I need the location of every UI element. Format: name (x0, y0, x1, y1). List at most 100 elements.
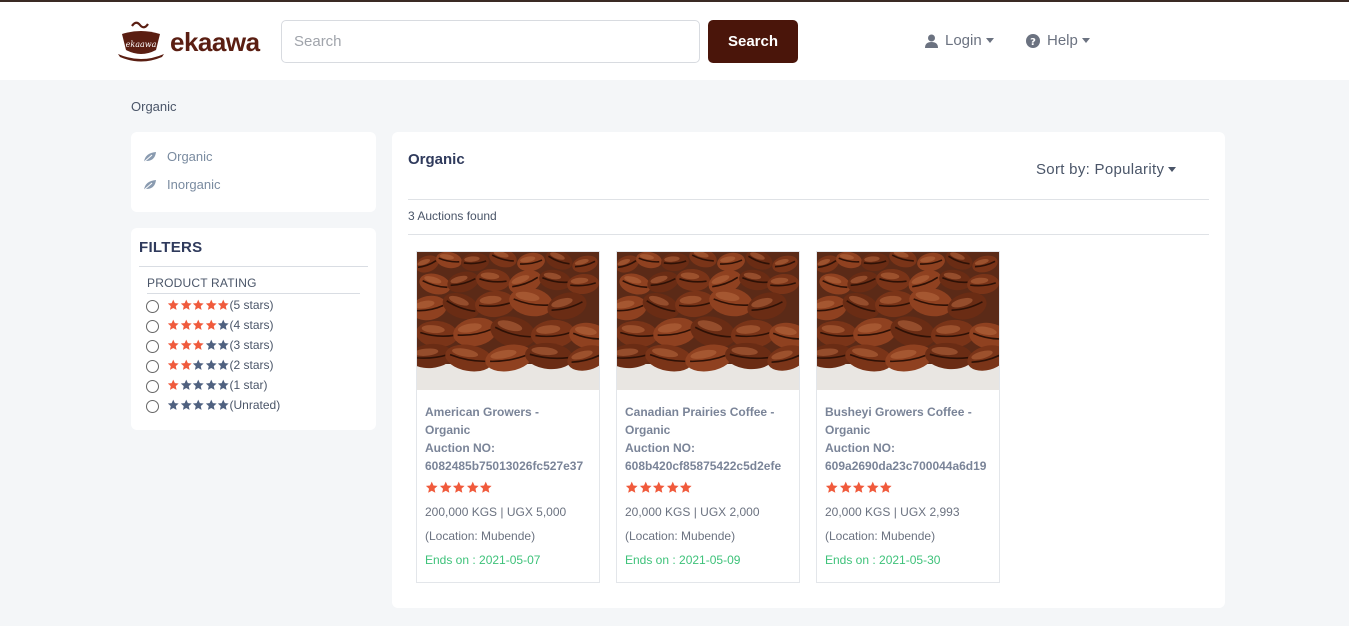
star-icon (180, 359, 192, 370)
product-rating (825, 481, 893, 494)
product-title[interactable]: Canadian Prairies Coffee - Organic Aucti… (625, 403, 795, 475)
end-date: Ends on : 2021-05-07 (425, 553, 541, 567)
auction-label: Auction NO: (425, 441, 495, 455)
rating-label: (Unrated) (229, 397, 281, 412)
star-icon (205, 319, 217, 330)
star-icon (180, 319, 192, 330)
page-title: Organic (408, 151, 465, 168)
star-icon (839, 481, 852, 493)
category-item-inorganic[interactable]: Inorganic (143, 177, 220, 192)
rating-option-1[interactable]: (1 star) (146, 376, 268, 393)
star-icon (192, 399, 204, 410)
product-title[interactable]: Busheyi Growers Coffee - Organic Auction… (825, 403, 995, 475)
coffee-beans-image[interactable] (417, 252, 599, 390)
star-icon (652, 481, 665, 493)
rating-option-2[interactable]: (2 stars) (146, 356, 274, 373)
star-icon (192, 299, 204, 310)
radio-button[interactable] (146, 400, 159, 413)
svg-text:?: ? (1030, 37, 1036, 48)
rating-option-3[interactable]: (3 stars) (146, 336, 274, 353)
star-rating (167, 299, 230, 311)
breadcrumb[interactable]: Organic (131, 99, 177, 114)
product-card[interactable]: Canadian Prairies Coffee - Organic Aucti… (616, 251, 800, 583)
quantity-price: 200,000 KGS | UGX 5,000 (425, 505, 567, 519)
star-icon (192, 379, 204, 390)
star-icon (466, 481, 479, 493)
star-icon (167, 399, 179, 410)
product-card[interactable]: Busheyi Growers Coffee - Organic Auction… (816, 251, 1000, 583)
star-icon (167, 379, 179, 390)
search-button[interactable]: Search (708, 20, 798, 63)
category-label: Inorganic (167, 177, 221, 192)
divider (408, 199, 1209, 200)
coffee-beans-image[interactable] (817, 252, 999, 390)
chevron-down-icon (1168, 167, 1177, 172)
divider (408, 234, 1209, 235)
chevron-down-icon (1081, 38, 1090, 43)
product-title[interactable]: American Growers - Organic Auction NO: 6… (425, 403, 595, 475)
chevron-down-icon (985, 38, 994, 43)
star-icon (180, 299, 192, 310)
star-rating (167, 339, 230, 351)
radio-button[interactable] (146, 360, 159, 373)
radio-button[interactable] (146, 380, 159, 393)
help-menu[interactable]: ? Help (1026, 32, 1090, 49)
coffee-beans-image[interactable] (617, 252, 799, 390)
radio-button[interactable] (146, 340, 159, 353)
star-icon (666, 481, 679, 493)
star-rating (167, 379, 230, 391)
star-icon (879, 481, 892, 493)
category-item-organic[interactable]: Organic (143, 149, 213, 164)
rating-option-5[interactable]: (5 stars) (146, 296, 274, 313)
auction-listing-panel: Organic Sort by: Popularity 3 Auctions f… (392, 132, 1225, 608)
rating-label: (5 stars) (229, 297, 274, 312)
star-icon (205, 399, 217, 410)
auction-number: 609a2690da23c700044a6d19 (825, 459, 987, 473)
location: (Location: Mubende) (625, 529, 736, 543)
star-rating (167, 399, 230, 411)
radio-button[interactable] (146, 320, 159, 333)
star-icon (452, 481, 465, 493)
rating-option-4[interactable]: (4 stars) (146, 316, 274, 333)
divider (139, 266, 368, 267)
user-icon (925, 34, 938, 48)
end-date: Ends on : 2021-05-09 (625, 553, 741, 567)
site-header: ekaawa ekaawa Search Login ? Help (0, 2, 1349, 80)
logo-text: ekaawa (170, 26, 260, 57)
location: (Location: Mubende) (825, 529, 936, 543)
auction-label: Auction NO: (825, 441, 895, 455)
login-label: Login (945, 32, 982, 49)
product-card[interactable]: American Growers - Organic Auction NO: 6… (416, 251, 600, 583)
star-icon (167, 339, 179, 350)
login-menu[interactable]: Login (925, 32, 994, 49)
coffee-cup-logo-icon: ekaawa (116, 20, 166, 64)
star-icon (479, 481, 492, 493)
star-rating (167, 319, 230, 331)
star-icon (192, 339, 204, 350)
rating-label: (1 star) (229, 377, 268, 392)
star-icon (425, 481, 438, 493)
star-icon (625, 481, 638, 493)
search-input[interactable] (281, 20, 700, 63)
star-icon (217, 399, 229, 410)
location: (Location: Mubende) (425, 529, 536, 543)
filter-panel: FILTERS PRODUCT RATING (5 stars) (4 star… (131, 228, 376, 430)
sort-label: Sort by: Popularity (1036, 161, 1165, 178)
auction-label: Auction NO: (625, 441, 695, 455)
star-icon (167, 319, 179, 330)
end-date: Ends on : 2021-05-30 (825, 553, 941, 567)
quantity-price: 20,000 KGS | UGX 2,993 (825, 505, 960, 519)
star-icon (167, 299, 179, 310)
star-icon (217, 359, 229, 370)
star-icon (217, 379, 229, 390)
site-logo[interactable]: ekaawa ekaawa (116, 20, 260, 64)
star-icon (217, 299, 229, 310)
radio-button[interactable] (146, 300, 159, 313)
rating-option-unrated[interactable]: (Unrated) (146, 396, 280, 413)
rating-label: (3 stars) (229, 337, 274, 352)
svg-text:ekaawa: ekaawa (126, 40, 157, 49)
divider (147, 293, 360, 294)
star-icon (180, 399, 192, 410)
sort-dropdown[interactable]: Sort by: Popularity (1036, 161, 1177, 178)
star-icon (852, 481, 865, 493)
